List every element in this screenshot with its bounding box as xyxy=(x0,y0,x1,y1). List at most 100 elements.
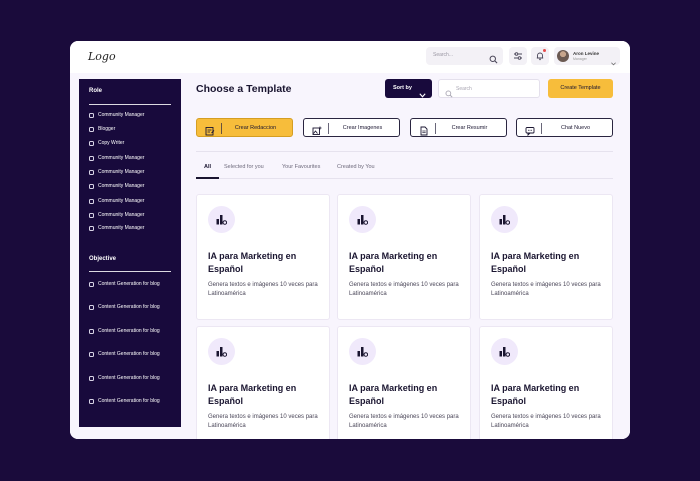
card-description: Genera textos e imágenes 10 veces para L… xyxy=(349,414,459,429)
checkbox[interactable] xyxy=(89,304,94,310)
action-label: Crear Imagenes xyxy=(342,125,383,131)
notifications-button[interactable] xyxy=(531,47,549,65)
checkbox[interactable] xyxy=(89,398,94,404)
template-search-placeholder: Search xyxy=(456,86,472,92)
checkbox[interactable] xyxy=(89,140,94,146)
template-card[interactable]: IA para Marketing en Español Genera text… xyxy=(337,326,471,439)
template-card[interactable]: IA para Marketing en Español Genera text… xyxy=(196,194,330,320)
role-option[interactable]: Community Manager xyxy=(89,169,179,176)
sort-by-button[interactable]: Sort by xyxy=(385,79,432,98)
objective-label: Content Generation for blog xyxy=(98,398,160,404)
chart-icon xyxy=(349,206,376,233)
role-option[interactable]: Community Manager xyxy=(89,225,179,232)
checkbox[interactable] xyxy=(89,328,94,334)
card-description: Genera textos e imágenes 10 veces para L… xyxy=(208,414,318,429)
template-card[interactable]: IA para Marketing en Español Genera text… xyxy=(479,194,613,320)
role-label: Copy Writer xyxy=(98,140,125,146)
user-role: Manager xyxy=(573,57,587,61)
separator xyxy=(435,123,436,134)
checkbox[interactable] xyxy=(89,169,94,175)
notification-dot xyxy=(543,49,546,52)
header-search-input[interactable]: Search... xyxy=(426,47,503,65)
template-card[interactable]: IA para Marketing en Español Genera text… xyxy=(196,326,330,439)
objective-label: Content Generation for blog xyxy=(98,375,160,381)
chevron-down-icon xyxy=(419,85,426,103)
tab-bar-line xyxy=(196,178,613,179)
checkbox[interactable] xyxy=(89,155,94,161)
role-label: Community Manager xyxy=(98,112,145,118)
document-icon xyxy=(419,123,429,141)
objective-option[interactable]: Content Generation for blog xyxy=(89,281,179,288)
checkbox[interactable] xyxy=(89,126,94,132)
objective-divider xyxy=(89,271,171,272)
active-tab-indicator xyxy=(196,177,219,179)
chat-icon xyxy=(525,123,535,141)
role-option[interactable]: Blogger xyxy=(89,126,179,133)
checkbox[interactable] xyxy=(89,112,94,118)
search-icon xyxy=(445,85,453,103)
action-label: Crear Resumir xyxy=(451,125,488,131)
checkbox[interactable] xyxy=(89,375,94,381)
role-option[interactable]: Copy Writer xyxy=(89,140,179,147)
role-divider xyxy=(89,104,171,105)
objective-option[interactable]: Content Generation for blog xyxy=(89,398,179,405)
checkbox[interactable] xyxy=(89,212,94,218)
checkbox[interactable] xyxy=(89,198,94,204)
sliders-icon xyxy=(514,52,522,60)
chart-icon xyxy=(208,206,235,233)
checkbox[interactable] xyxy=(89,183,94,189)
action-label: Chat Nuevo xyxy=(560,125,591,131)
section-divider xyxy=(196,151,613,152)
role-label: Community Manager xyxy=(98,183,145,189)
card-title: IA para Marketing en Español xyxy=(491,383,580,406)
search-icon[interactable] xyxy=(489,51,498,69)
image-add-icon xyxy=(312,123,322,141)
objective-option[interactable]: Content Generation for blog xyxy=(89,375,179,382)
objective-option[interactable]: Content Generation for blog xyxy=(89,351,179,358)
objective-label: Content Generation for blog xyxy=(98,304,160,310)
user-name: Aron Levine xyxy=(573,51,600,56)
card-title: IA para Marketing en Español xyxy=(349,251,438,274)
tab-selected-for-you[interactable]: Selected for you xyxy=(224,164,264,170)
crear-imagenes-button[interactable]: Crear Imagenes xyxy=(303,118,400,137)
checkbox[interactable] xyxy=(89,281,94,287)
card-description: Genera textos e imágenes 10 veces para L… xyxy=(491,414,601,429)
objective-option[interactable]: Content Generation for blog xyxy=(89,328,179,335)
action-label: Crear Redaccion xyxy=(234,125,277,131)
objective-heading: Objective xyxy=(89,256,117,262)
objective-option[interactable]: Content Generation for blog xyxy=(89,304,179,311)
filter-button[interactable] xyxy=(509,47,527,65)
checkbox[interactable] xyxy=(89,225,94,231)
role-option[interactable]: Community Manager xyxy=(89,198,179,205)
chart-icon xyxy=(491,338,518,365)
card-description: Genera textos e imágenes 10 veces para L… xyxy=(349,282,459,297)
create-template-label: Create Template xyxy=(560,85,601,91)
role-heading: Role xyxy=(89,88,103,94)
chart-icon xyxy=(491,206,518,233)
separator xyxy=(221,123,222,134)
user-menu[interactable]: Aron Levine Manager xyxy=(554,47,620,66)
crear-redaccion-button[interactable]: Crear Redaccion xyxy=(196,118,293,137)
chevron-down-icon xyxy=(611,53,616,71)
role-option[interactable]: Community Manager xyxy=(89,155,179,162)
logo[interactable]: Logo xyxy=(88,50,116,63)
role-option[interactable]: Community Manager xyxy=(89,212,179,219)
objective-label: Content Generation for blog xyxy=(98,351,160,357)
tab-all[interactable]: All xyxy=(204,164,211,170)
role-option[interactable]: Community Manager xyxy=(89,183,179,190)
separator xyxy=(328,123,329,134)
crear-resumir-button[interactable]: Crear Resumir xyxy=(410,118,507,137)
template-search-input[interactable]: Search xyxy=(438,79,540,98)
role-label: Community Manager xyxy=(98,169,145,175)
checkbox[interactable] xyxy=(89,351,94,357)
template-card[interactable]: IA para Marketing en Español Genera text… xyxy=(337,194,471,320)
tab-your-favourites[interactable]: Your Favourites xyxy=(282,164,320,170)
role-label: Blogger xyxy=(98,126,116,132)
card-title: IA para Marketing en Español xyxy=(349,383,438,406)
template-card[interactable]: IA para Marketing en Español Genera text… xyxy=(479,326,613,439)
tab-created-by-you[interactable]: Created by You xyxy=(337,164,375,170)
create-template-button[interactable]: Create Template xyxy=(548,79,613,98)
role-option[interactable]: Community Manager xyxy=(89,112,179,119)
objective-label: Content Generation for blog xyxy=(98,328,160,334)
chat-nuevo-button[interactable]: Chat Nuevo xyxy=(516,118,613,137)
